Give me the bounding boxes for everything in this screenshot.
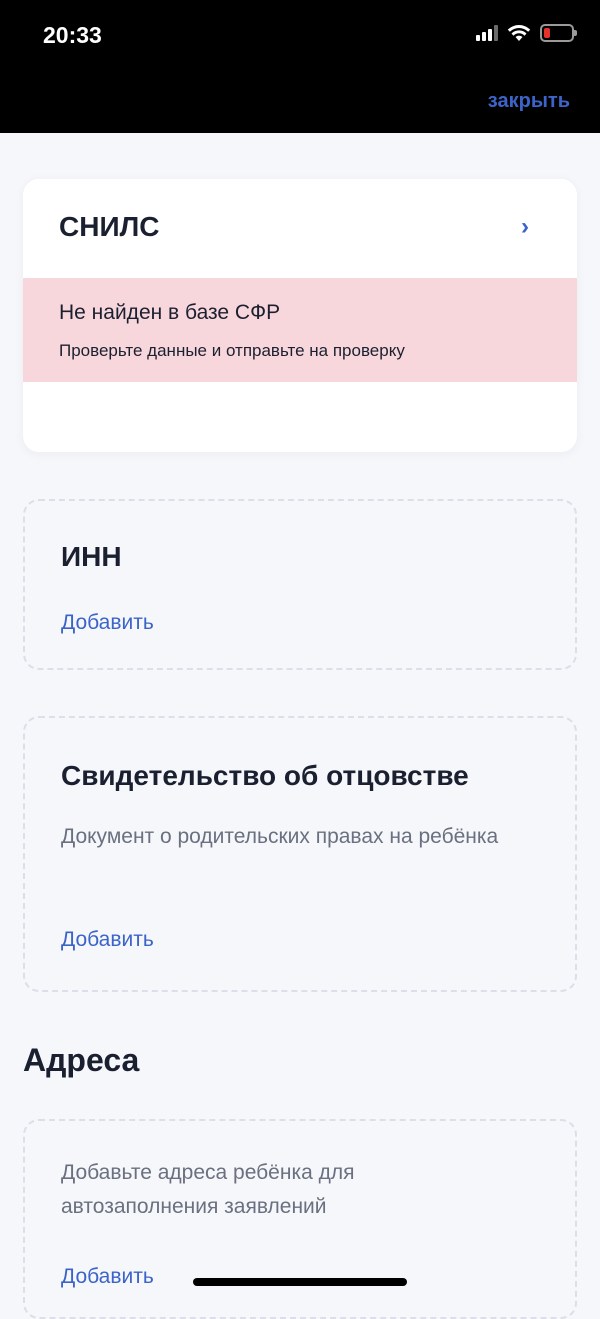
snils-card[interactable]: СНИЛС › Не найден в базе СФР Проверьте д… <box>23 179 577 452</box>
status-icons <box>476 24 577 42</box>
paternity-title: Свидетельство об отцовстве <box>61 760 469 791</box>
close-button[interactable]: закрыть <box>488 90 570 113</box>
home-indicator <box>193 1278 407 1286</box>
paternity-description: Документ о родительских правах на ребёнк… <box>61 825 499 848</box>
snils-error-box: Не найден в базе СФР Проверьте данные и … <box>23 278 577 382</box>
battery-icon <box>540 24 577 42</box>
snils-error-title: Не найден в базе СФР <box>59 301 281 324</box>
addresses-section-title: Адреса <box>23 1042 140 1078</box>
status-bar: 20:33 закрыть <box>0 0 600 133</box>
signal-icon <box>476 25 498 41</box>
wifi-icon <box>507 25 531 41</box>
snils-error-subtitle: Проверьте данные и отправьте на проверку <box>59 341 405 360</box>
snils-title: СНИЛС <box>59 211 160 242</box>
paternity-add-button[interactable]: Добавить <box>61 928 154 952</box>
inn-title: ИНН <box>61 541 122 572</box>
addresses-add-button[interactable]: Добавить <box>61 1265 154 1289</box>
status-time: 20:33 <box>43 22 102 48</box>
inn-add-button[interactable]: Добавить <box>61 611 154 635</box>
addresses-card: Добавьте адреса ребёнка для автозаполнен… <box>23 1119 577 1319</box>
chevron-right-icon[interactable]: › <box>521 213 529 241</box>
addresses-description: Добавьте адреса ребёнка для автозаполнен… <box>61 1161 355 1218</box>
inn-card: ИНН Добавить <box>23 499 577 670</box>
paternity-card: Свидетельство об отцовстве Документ о ро… <box>23 716 577 992</box>
